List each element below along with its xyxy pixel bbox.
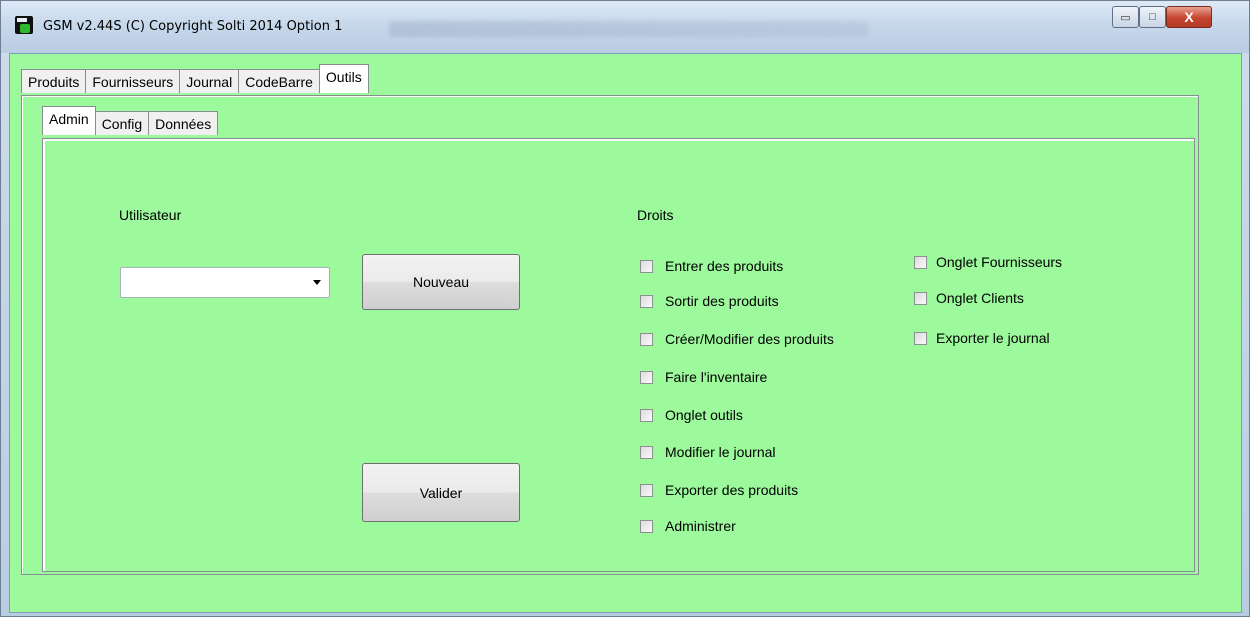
- checkbox-label: Onglet Fournisseurs: [936, 254, 1063, 270]
- checkbox-label: Exporter le journal: [936, 330, 1050, 346]
- right-exporter-journal[interactable]: Exporter le journal: [914, 330, 1050, 346]
- checkbox[interactable]: [640, 408, 653, 422]
- new-user-button[interactable]: Nouveau: [362, 254, 520, 310]
- right-faire-inventaire[interactable]: Faire l'inventaire: [640, 369, 767, 385]
- checkbox-label: Faire l'inventaire: [665, 369, 768, 385]
- checkbox[interactable]: [640, 370, 653, 384]
- app-icon: [15, 16, 33, 34]
- maximize-icon: □: [1149, 11, 1156, 23]
- checkbox[interactable]: [914, 291, 927, 305]
- checkbox[interactable]: [914, 331, 927, 345]
- close-icon: X: [1184, 9, 1194, 25]
- right-exporter-produits[interactable]: Exporter des produits: [640, 482, 798, 498]
- checkbox[interactable]: [640, 294, 653, 308]
- checkbox[interactable]: [914, 255, 927, 269]
- user-select[interactable]: [120, 267, 330, 298]
- sub-tab-strip: [31, 68, 1207, 95]
- app-window: GSM v2.44S (C) Copyright Solti 2014 Opti…: [0, 0, 1250, 617]
- tab-outils[interactable]: Outils: [318, 64, 369, 93]
- checkbox-label: Administrer: [665, 518, 736, 534]
- chevron-down-icon: [313, 280, 321, 285]
- right-sortir-produits[interactable]: Sortir des produits: [640, 293, 779, 309]
- checkbox-label: Entrer des produits: [665, 258, 784, 274]
- checkbox[interactable]: [640, 332, 653, 346]
- rights-label: Droits: [637, 207, 674, 223]
- checkbox-label: Onglet outils: [665, 407, 743, 423]
- right-onglet-fournisseurs[interactable]: Onglet Fournisseurs: [914, 254, 1062, 270]
- checkbox[interactable]: [640, 259, 653, 273]
- validate-button[interactable]: Valider: [362, 463, 520, 522]
- checkbox-label: Créer/Modifier des produits: [665, 331, 834, 347]
- checkbox-label: Onglet Clients: [936, 290, 1024, 306]
- checkbox-label: Sortir des produits: [665, 293, 779, 309]
- minimize-button[interactable]: ▭: [1112, 6, 1139, 28]
- window-title: GSM v2.44S (C) Copyright Solti 2014 Opti…: [43, 19, 343, 34]
- tab-donnees[interactable]: Données: [148, 111, 219, 135]
- user-label: Utilisateur: [119, 207, 182, 223]
- right-onglet-clients[interactable]: Onglet Clients: [914, 290, 1024, 306]
- checkbox[interactable]: [640, 445, 653, 459]
- right-modifier-journal[interactable]: Modifier le journal: [640, 444, 776, 460]
- minimize-icon: ▭: [1120, 11, 1131, 24]
- title-bar: GSM v2.44S (C) Copyright Solti 2014 Opti…: [1, 1, 1249, 53]
- right-entrer-produits[interactable]: Entrer des produits: [640, 258, 783, 274]
- client-area: Produits Fournisseurs Journal CodeBarre …: [9, 53, 1242, 613]
- checkbox-label: Exporter des produits: [665, 482, 799, 498]
- checkbox-label: Modifier le journal: [665, 444, 776, 460]
- blurred-menu-bar: [389, 21, 869, 37]
- checkbox[interactable]: [640, 483, 653, 497]
- tab-admin[interactable]: Admin: [42, 106, 96, 135]
- right-administrer[interactable]: Administrer: [640, 518, 736, 534]
- right-creer-modifier-produits[interactable]: Créer/Modifier des produits: [640, 331, 834, 347]
- checkbox[interactable]: [640, 519, 653, 533]
- right-onglet-outils[interactable]: Onglet outils: [640, 407, 743, 423]
- close-button[interactable]: X: [1166, 6, 1212, 28]
- admin-panel: Utilisateur Nouveau Valider Droits Entre…: [42, 138, 1195, 572]
- sub-tab-strip: Admin Config Données: [42, 106, 219, 135]
- tab-config[interactable]: Config: [94, 111, 150, 135]
- maximize-button[interactable]: □: [1139, 6, 1166, 28]
